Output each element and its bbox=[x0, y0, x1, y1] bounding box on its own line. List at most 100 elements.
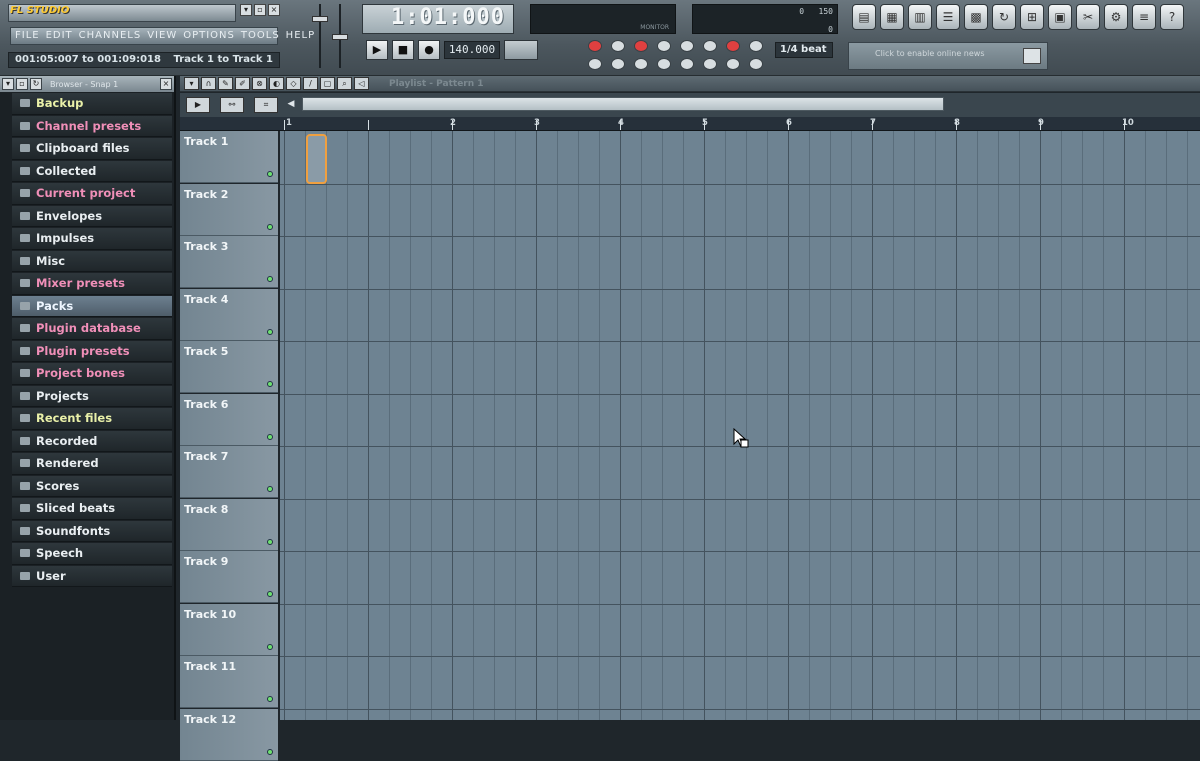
folder-item[interactable]: Plugin presets bbox=[12, 340, 172, 362]
song-position-display[interactable]: 1:01:000 bbox=[362, 4, 514, 34]
blend-notes-icon[interactable] bbox=[703, 40, 717, 52]
undo-icon[interactable]: ↻ bbox=[992, 4, 1016, 30]
track-header[interactable]: Track 7 bbox=[180, 446, 278, 498]
track-led-icon[interactable] bbox=[267, 748, 273, 755]
track-led-icon[interactable] bbox=[267, 486, 273, 492]
auto-scroll-icon[interactable] bbox=[703, 57, 717, 70]
track-header[interactable]: Track 9 bbox=[180, 551, 278, 603]
folder-item[interactable]: Impulses bbox=[12, 228, 172, 250]
draw-tool-icon[interactable]: ✎ bbox=[218, 77, 233, 90]
select-tool-icon[interactable]: ▢ bbox=[320, 77, 335, 90]
track-led-icon[interactable] bbox=[267, 381, 273, 387]
folder-item[interactable]: Collected bbox=[12, 160, 172, 182]
track-led-icon[interactable] bbox=[267, 433, 273, 440]
piano-roll-icon[interactable]: ▥ bbox=[908, 4, 932, 30]
news-panel[interactable]: Click to enable online news bbox=[848, 42, 1048, 70]
folder-item[interactable]: Scores bbox=[12, 475, 172, 497]
typing-keyboard-icon[interactable] bbox=[749, 40, 763, 52]
zoom-tool-icon[interactable]: ⌕ bbox=[337, 77, 352, 90]
pattern-mode-toggle[interactable] bbox=[504, 40, 538, 60]
browser-close-icon[interactable]: × bbox=[160, 78, 172, 90]
folder-item[interactable]: Plugin database bbox=[12, 318, 172, 340]
track-header[interactable]: Track 5 bbox=[180, 341, 278, 393]
step-sequencer-icon[interactable]: ▦ bbox=[880, 4, 904, 30]
folder-item[interactable]: Sliced beats bbox=[12, 498, 172, 520]
multilink-icon[interactable] bbox=[588, 57, 602, 70]
playlist-grid[interactable] bbox=[280, 131, 1200, 720]
track-led-icon[interactable] bbox=[267, 276, 273, 282]
browser-menu-icon[interactable]: ▾ bbox=[2, 78, 14, 90]
folder-item[interactable]: Channel presets bbox=[12, 115, 172, 137]
tools-icon[interactable] bbox=[657, 57, 671, 70]
track-led-icon[interactable] bbox=[267, 643, 273, 650]
paint-tool-icon[interactable]: ✐ bbox=[235, 77, 250, 90]
overdub-icon[interactable] bbox=[680, 57, 694, 70]
pitch-thumb[interactable] bbox=[332, 34, 348, 40]
track-header[interactable]: Track 2 bbox=[180, 183, 278, 236]
wait-input-icon[interactable] bbox=[634, 40, 648, 52]
track-led-icon[interactable] bbox=[267, 223, 273, 230]
play-button[interactable]: ▶ bbox=[366, 40, 388, 60]
track-header[interactable]: Track 4 bbox=[180, 288, 278, 341]
piano-icon[interactable] bbox=[611, 57, 625, 70]
browser-refresh-icon[interactable]: ↻ bbox=[30, 78, 42, 90]
pattern-picker-icon[interactable]: ⚯ bbox=[220, 97, 244, 113]
project-info-icon[interactable]: ≡ bbox=[1132, 4, 1156, 30]
volume-thumb[interactable] bbox=[312, 16, 328, 22]
snap-select[interactable]: 1/4 beat bbox=[775, 42, 833, 58]
folder-item[interactable]: Project bones bbox=[12, 363, 172, 385]
playback-tool-icon[interactable]: ◁ bbox=[354, 77, 369, 90]
magnet-icon[interactable]: ∩ bbox=[201, 77, 216, 90]
track-header[interactable]: Track 1 bbox=[180, 131, 278, 183]
track-header[interactable]: Track 8 bbox=[180, 498, 278, 551]
menu-file[interactable]: FILE bbox=[15, 30, 40, 42]
folder-item[interactable]: Projects bbox=[12, 385, 172, 407]
snap-magnet-icon[interactable]: ⌗ bbox=[254, 97, 278, 113]
folder-item[interactable]: Envelopes bbox=[12, 205, 172, 227]
menu-options[interactable]: OPTIONS bbox=[183, 30, 235, 42]
track-header[interactable]: Track 3 bbox=[180, 236, 278, 288]
record-mode-icon[interactable] bbox=[588, 40, 602, 52]
folder-item[interactable]: Recent files bbox=[12, 408, 172, 430]
track-led-icon[interactable] bbox=[267, 591, 273, 597]
horizontal-scrollbar[interactable] bbox=[302, 97, 944, 111]
menu-channels[interactable]: CHANNELS bbox=[79, 30, 142, 42]
track-header[interactable]: Track 11 bbox=[180, 656, 278, 708]
loop-record-icon[interactable] bbox=[726, 40, 740, 52]
track-led-icon[interactable] bbox=[267, 328, 273, 335]
playlist-icon[interactable]: ▤ bbox=[852, 4, 876, 30]
menu-tools[interactable]: TOOLS bbox=[241, 30, 280, 42]
folder-item[interactable]: Packs bbox=[12, 295, 172, 317]
tempo-display[interactable]: 140.000 bbox=[444, 41, 500, 59]
help-icon[interactable]: ? bbox=[1160, 4, 1184, 30]
record-button[interactable]: ● bbox=[418, 40, 440, 60]
midi-icon[interactable] bbox=[726, 57, 740, 70]
timeline-ruler[interactable]: 1234567891011 bbox=[180, 117, 1200, 131]
countdown-icon[interactable] bbox=[657, 40, 671, 52]
folder-item[interactable]: Rendered bbox=[12, 453, 172, 475]
folder-item[interactable]: Mixer presets bbox=[12, 273, 172, 295]
delete-tool-icon[interactable]: ⊗ bbox=[252, 77, 267, 90]
track-header[interactable]: Track 6 bbox=[180, 393, 278, 446]
playlist-menu-icon[interactable]: ▾ bbox=[184, 77, 199, 90]
folder-item[interactable]: Recorded bbox=[12, 430, 172, 452]
folder-item[interactable]: Speech bbox=[12, 543, 172, 565]
menu-view[interactable]: VIEW bbox=[147, 30, 177, 42]
channel-rack-icon[interactable]: ☰ bbox=[936, 4, 960, 30]
plugin-picker-icon[interactable]: ⊞ bbox=[1020, 4, 1044, 30]
mixer-icon[interactable]: ▩ bbox=[964, 4, 988, 30]
folder-item[interactable]: Clipboard files bbox=[12, 138, 172, 160]
track-header[interactable]: Track 12 bbox=[180, 708, 278, 761]
snap-icon[interactable] bbox=[634, 57, 648, 70]
settings-icon[interactable]: ⚙ bbox=[1104, 4, 1128, 30]
download-icon[interactable] bbox=[1023, 48, 1041, 64]
restore-icon[interactable]: ▫ bbox=[254, 4, 266, 16]
track-led-icon[interactable] bbox=[267, 538, 273, 545]
export-icon[interactable]: ✂ bbox=[1076, 4, 1100, 30]
track-header[interactable]: Track 10 bbox=[180, 603, 278, 656]
track-led-icon[interactable] bbox=[267, 171, 273, 177]
mute-tool-icon[interactable]: ◐ bbox=[269, 77, 284, 90]
menu-edit[interactable]: EDIT bbox=[46, 30, 73, 42]
track-led-icon[interactable] bbox=[267, 696, 273, 702]
menu-help[interactable]: HELP bbox=[286, 30, 315, 42]
